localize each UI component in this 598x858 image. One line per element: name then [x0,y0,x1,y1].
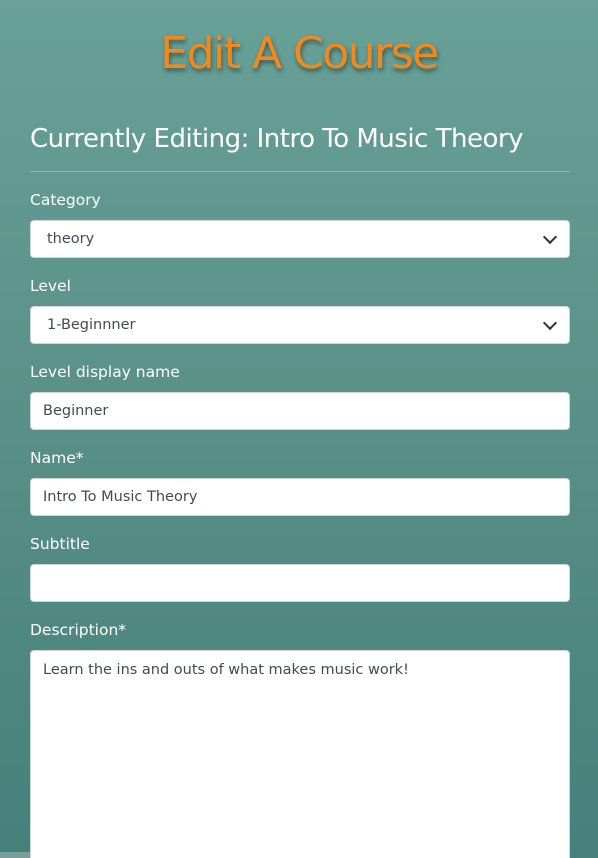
page-title: Edit A Course [160,28,439,79]
level-display-name-value: Beginner [43,403,109,419]
level-display-name-label: Level display name [30,363,180,381]
level-selected-value: 1-Beginnner [47,317,136,333]
category-selected-value: theory [47,231,95,247]
subtitle-input[interactable] [30,564,570,602]
chevron-down-icon [542,229,558,244]
heading-divider [30,171,570,172]
chevron-down-icon [542,315,558,330]
level-label: Level [30,277,71,295]
name-input[interactable]: Intro To Music Theory [30,478,570,516]
level-display-name-input[interactable]: Beginner [30,392,570,430]
description-textarea[interactable]: Learn the ins and outs of what makes mus… [30,650,570,858]
category-select[interactable]: theory [30,220,570,258]
description-label: Description* [30,621,127,639]
subtitle-label: Subtitle [30,535,90,553]
description-value: Learn the ins and outs of what makes mus… [43,662,409,678]
page-edge-strip [0,852,30,858]
level-select[interactable]: 1-Beginnner [30,306,570,344]
name-label: Name* [30,449,84,467]
category-label: Category [30,191,101,209]
name-value: Intro To Music Theory [43,489,198,505]
currently-editing-heading: Currently Editing: Intro To Music Theory [30,124,523,154]
